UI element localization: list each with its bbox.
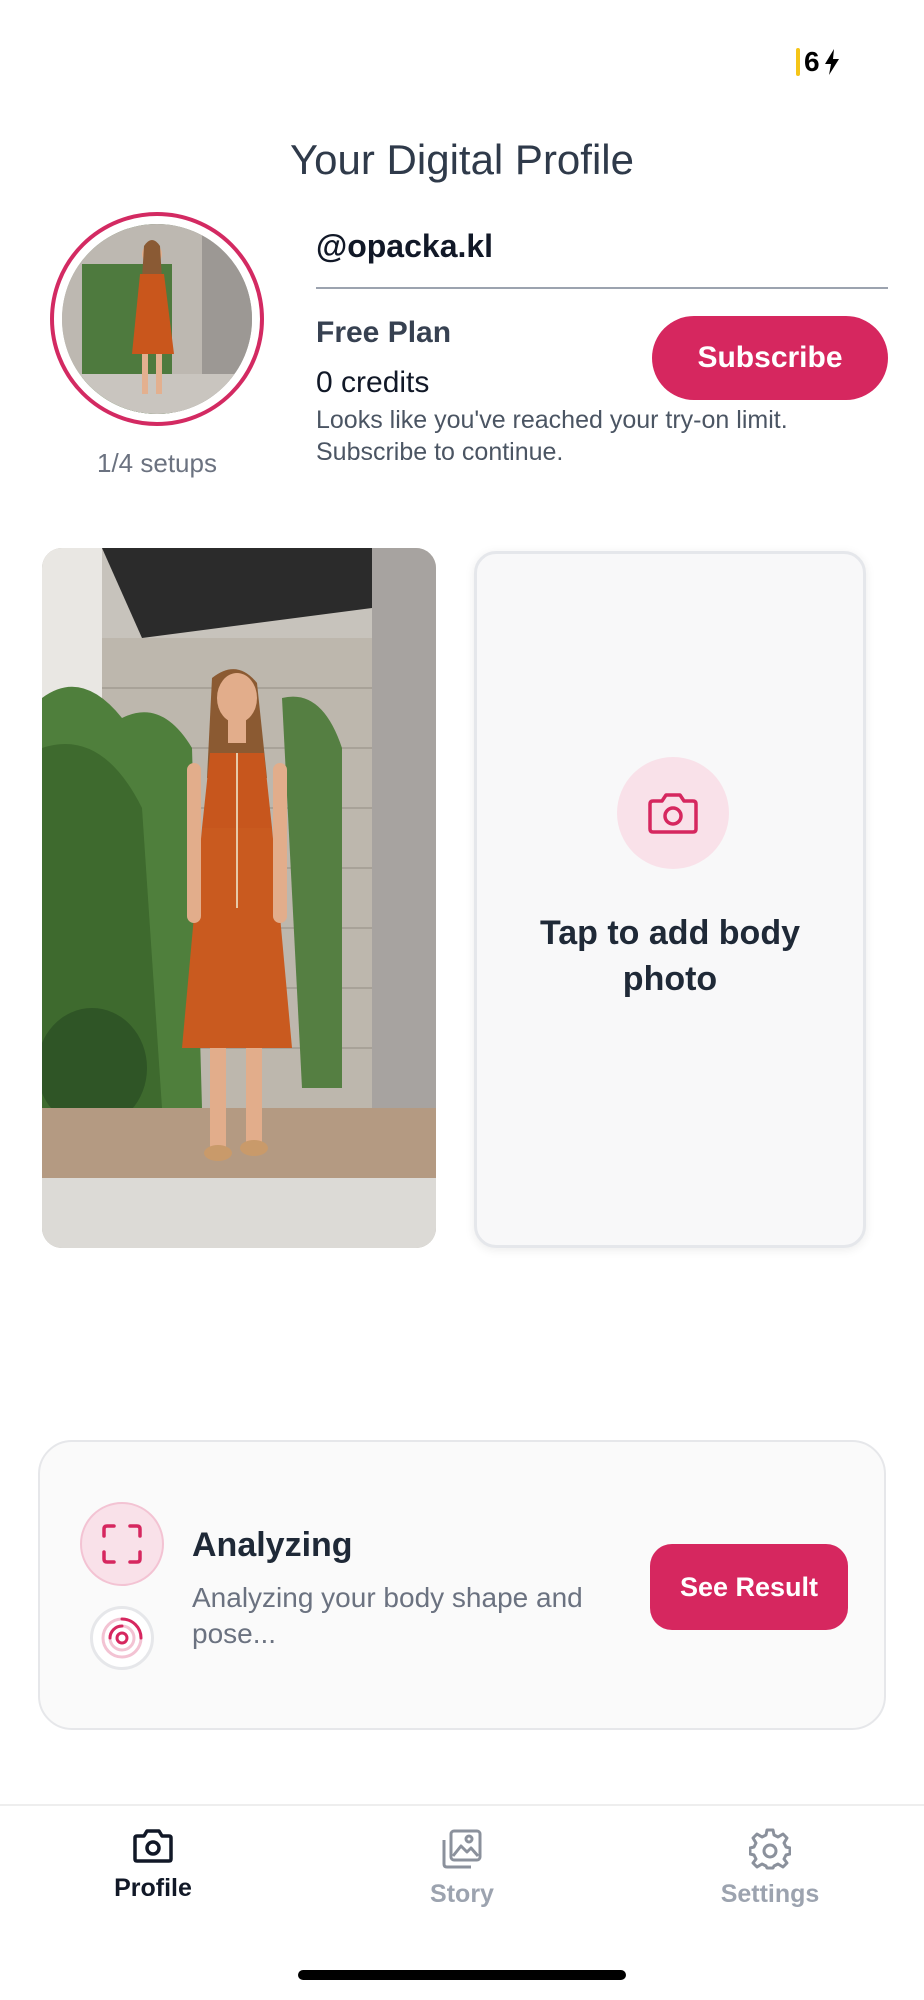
- add-photo-icon-circle: [617, 757, 729, 869]
- add-photo-label: Tap to add body photo: [539, 914, 800, 998]
- scan-icon-circle: [80, 1502, 164, 1586]
- avatar[interactable]: [50, 212, 264, 426]
- gallery-icon: [442, 1829, 482, 1869]
- camera-icon: [648, 793, 698, 834]
- battery-bar: [796, 48, 800, 76]
- tab-label: Profile: [114, 1874, 192, 1902]
- gear-icon: [749, 1828, 791, 1870]
- credits-count: 0 credits: [316, 366, 430, 399]
- tab-story[interactable]: Story: [362, 1828, 562, 1909]
- battery-indicator: 6: [796, 46, 840, 78]
- analysis-status-card: Analyzing Analyzing your body shape and …: [38, 1440, 886, 1730]
- avatar-image: [62, 224, 252, 414]
- add-body-photo-card[interactable]: Tap to add body photo: [474, 551, 866, 1248]
- see-result-button[interactable]: See Result: [650, 1544, 848, 1630]
- tab-label: Settings: [720, 1880, 820, 1908]
- analysis-description: Analyzing your body shape and pose...: [192, 1582, 583, 1649]
- subscribe-button[interactable]: Subscribe: [652, 316, 888, 400]
- limit-message: Looks like you've reached your try-on li…: [316, 406, 788, 466]
- tab-profile[interactable]: Profile: [53, 1828, 253, 1903]
- scan-frame-icon: [102, 1524, 142, 1564]
- home-indicator[interactable]: [298, 1970, 626, 1980]
- progress-spinner: [90, 1606, 154, 1670]
- username: @opacka.kl: [316, 228, 494, 264]
- analysis-title: Analyzing: [192, 1526, 353, 1564]
- page-title: Your Digital Profile: [290, 136, 634, 183]
- body-photo: [42, 548, 436, 1248]
- camera-icon: [133, 1829, 173, 1863]
- setups-counter: 1/4 setups: [97, 448, 217, 478]
- battery-level: 6: [804, 46, 820, 77]
- avatar-photo: [62, 224, 252, 414]
- divider: [316, 287, 888, 289]
- tab-settings[interactable]: Settings: [670, 1828, 870, 1909]
- plan-name: Free Plan: [316, 316, 452, 349]
- charging-bolt-icon: [824, 49, 839, 75]
- body-photo-card[interactable]: [42, 548, 436, 1248]
- tab-label: Story: [430, 1880, 494, 1908]
- loading-spinner-icon: [101, 1617, 143, 1659]
